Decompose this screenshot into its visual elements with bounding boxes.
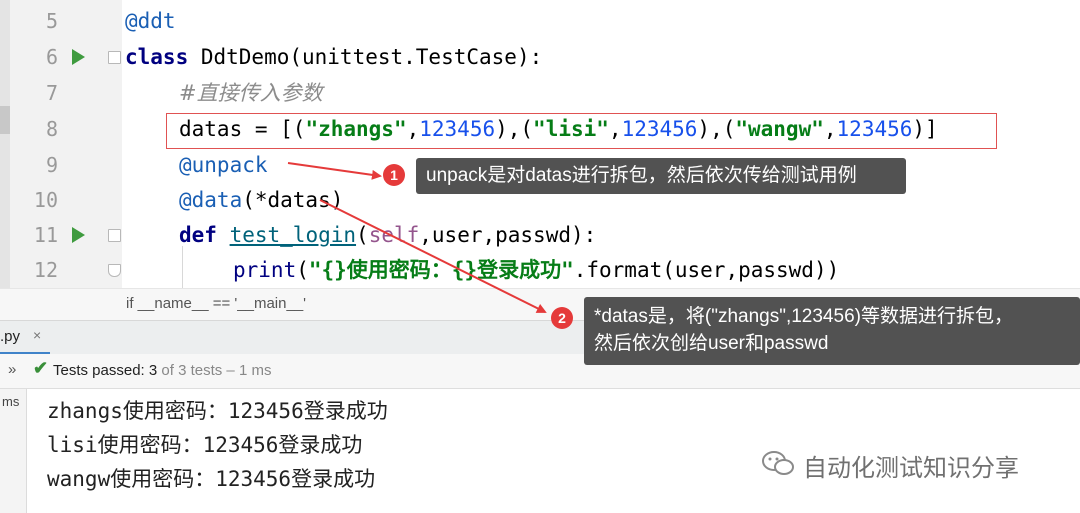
- code-comment[interactable]: #直接传入参数: [179, 76, 323, 110]
- line-number: 12: [33, 258, 58, 282]
- annotation-callout-2: *datas是，将("zhangs",123456)等数据进行拆包， 然后依次创…: [584, 297, 1080, 365]
- annotation-callout-1: unpack是对datas进行拆包，然后依次传给测试用例: [416, 158, 906, 194]
- chevron-right-icon[interactable]: »: [8, 361, 16, 378]
- watermark-text: 自动化测试知识分享: [803, 455, 1019, 482]
- code-text[interactable]: @data(*datas): [179, 183, 343, 217]
- console-output-line: zhangs使用密码：123456登录成功: [47, 399, 388, 423]
- code-text[interactable]: def test_login(self,user,passwd):: [179, 218, 596, 252]
- highlight-box: [166, 113, 997, 149]
- check-icon: ✔: [33, 358, 49, 378]
- line-number: 8: [45, 117, 58, 141]
- code-line-5[interactable]: 5 @ddt: [0, 4, 1080, 38]
- line-number: 6: [45, 45, 58, 69]
- code-editor[interactable]: 5 @ddt 6 class DdtDemo(unittest.TestCase…: [0, 0, 1080, 288]
- code-line-6[interactable]: 6 class DdtDemo(unittest.TestCase):: [0, 40, 1080, 74]
- code-line-11[interactable]: 11 def test_login(self,user,passwd):: [0, 218, 1080, 252]
- duration-label: ms: [2, 394, 20, 409]
- annotation-text: *datas是，将("zhangs",123456)等数据进行拆包，: [594, 306, 1013, 327]
- code-line-12[interactable]: 12 print("{}使用密码：{}登录成功".format(user,pas…: [0, 253, 1080, 287]
- annotation-text: 然后依次创给user和passwd: [594, 333, 829, 354]
- run-class-icon[interactable]: [72, 49, 85, 65]
- breadcrumb-item[interactable]: if __name__ == '__main__': [126, 295, 306, 312]
- code-text[interactable]: @unpack: [179, 148, 268, 182]
- close-icon[interactable]: ×: [33, 327, 41, 343]
- annotation-text: unpack是对datas进行拆包，然后依次传给测试用例: [426, 165, 857, 186]
- fold-marker-icon[interactable]: [108, 51, 121, 64]
- code-text[interactable]: @ddt: [125, 4, 176, 38]
- run-test-icon[interactable]: [72, 227, 85, 243]
- fold-end-icon[interactable]: [108, 264, 121, 277]
- line-number: 10: [33, 188, 58, 212]
- badge-2: 2: [551, 307, 573, 329]
- indent-guide: [182, 246, 183, 288]
- console-output-line: lisi使用密码：123456登录成功: [47, 433, 363, 457]
- line-number: 5: [45, 9, 58, 33]
- console-output-line: wangw使用密码：123456登录成功: [47, 467, 376, 491]
- test-status-text: Tests passed: 3 of 3 tests – 1 ms: [53, 362, 272, 379]
- code-line-7[interactable]: 7 #直接传入参数: [0, 76, 1080, 110]
- run-tab-label[interactable]: .py: [0, 328, 20, 345]
- line-number: 7: [45, 81, 58, 105]
- code-text[interactable]: class DdtDemo(unittest.TestCase):: [125, 40, 542, 74]
- badge-1: 1: [383, 164, 405, 186]
- line-number: 9: [45, 153, 58, 177]
- test-tree-side[interactable]: ms: [0, 389, 27, 513]
- line-number: 11: [33, 223, 58, 247]
- code-text[interactable]: print("{}使用密码：{}登录成功".format(user,passwd…: [233, 253, 839, 287]
- fold-marker-icon[interactable]: [108, 229, 121, 242]
- wechat-icon: [762, 451, 794, 475]
